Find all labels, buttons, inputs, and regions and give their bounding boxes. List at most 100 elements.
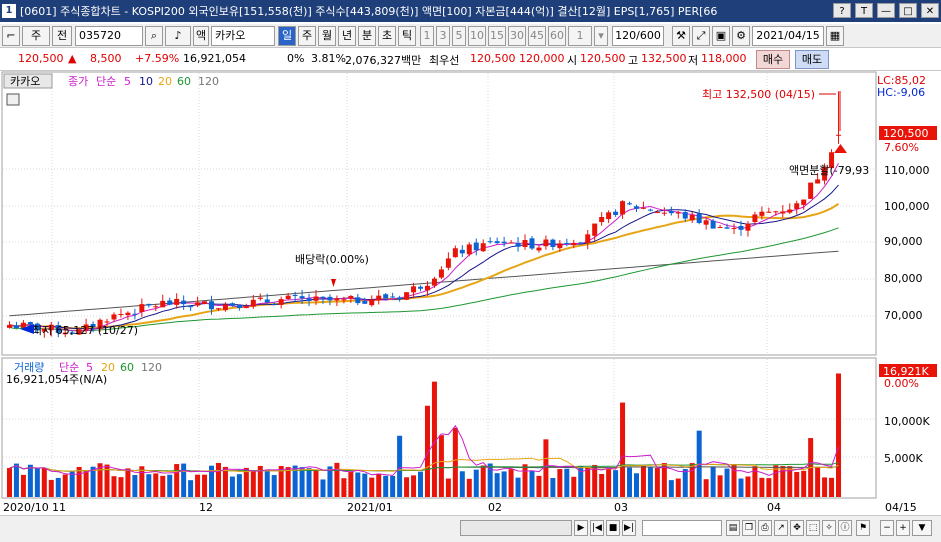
stock-code-input[interactable]: 035720	[75, 26, 143, 46]
period-day-tab[interactable]: 일	[278, 26, 296, 46]
zoom-in-button[interactable]: +	[896, 520, 910, 536]
candle-body	[271, 303, 277, 305]
pan-icon[interactable]: ✧	[822, 520, 836, 536]
info-icon[interactable]: ⓘ	[838, 520, 852, 536]
interval-1[interactable]: 1	[420, 26, 434, 46]
speaker-icon[interactable]: ♪	[165, 26, 191, 46]
name-prefix-button[interactable]: 액	[193, 26, 209, 46]
candle-body	[494, 241, 500, 244]
grid-toggle-icon[interactable]	[6, 93, 20, 106]
volume-bar	[383, 475, 389, 497]
ma-legend-simple: 단순	[96, 75, 116, 88]
range-input[interactable]: 120/600	[612, 26, 664, 46]
window-title: [0601] 주식종합차트 - KOSPI200 외국인보유[151,558(천…	[20, 5, 718, 18]
candle-body	[383, 294, 389, 299]
print-icon[interactable]: ⎙	[758, 520, 772, 536]
horizontal-scrollbar[interactable]	[460, 520, 572, 536]
candle-body	[6, 324, 12, 328]
price-panel[interactable]	[1, 71, 877, 356]
candle-body	[285, 295, 291, 299]
window-number-icon: 1	[2, 4, 16, 18]
candle-body	[13, 325, 19, 328]
period-tick-tab[interactable]: 틱	[398, 26, 416, 46]
period-second-tab[interactable]: 초	[378, 26, 396, 46]
candle-body	[292, 294, 298, 296]
close-button[interactable]: ✕	[921, 3, 939, 18]
candle-body	[480, 243, 486, 252]
copy-icon[interactable]: ❐	[742, 520, 756, 536]
candle-body	[209, 301, 215, 310]
stop-button[interactable]: ■	[606, 520, 620, 536]
period-year-tab[interactable]: 년	[338, 26, 356, 46]
minimize-button[interactable]: —	[877, 3, 895, 18]
candle-body	[174, 298, 180, 305]
sell-flag-icon[interactable]: ⚑	[856, 520, 870, 536]
volume-bar	[215, 462, 221, 497]
options-dropdown[interactable]: ▼	[912, 520, 932, 536]
help-button[interactable]: ?	[833, 3, 851, 18]
interval-10[interactable]: 10	[468, 26, 486, 46]
volume-bar	[724, 468, 730, 497]
settings-icon[interactable]: ⚙	[732, 26, 750, 46]
interval-45[interactable]: 45	[528, 26, 546, 46]
count-input[interactable]: 1	[568, 26, 592, 46]
interval-60[interactable]: 60	[548, 26, 566, 46]
candle-body	[606, 212, 612, 220]
candle-body	[250, 299, 256, 307]
period-week-tab[interactable]: 주	[298, 26, 316, 46]
interval-3[interactable]: 3	[436, 26, 450, 46]
search-icon[interactable]: ⌕	[145, 26, 163, 46]
interval-5[interactable]: 5	[452, 26, 466, 46]
volume-bar	[6, 468, 12, 497]
sell-button[interactable]: 매도	[795, 50, 829, 69]
period-minute-tab[interactable]: 분	[358, 26, 376, 46]
volume-bar	[411, 475, 417, 497]
zero-pct: 0%	[287, 52, 305, 65]
count-dropdown-icon[interactable]: ▾	[594, 26, 608, 46]
buy-button[interactable]: 매수	[756, 50, 790, 69]
current-price: 120,500	[18, 52, 64, 65]
save-icon[interactable]: ▣	[712, 26, 730, 46]
volume-bar	[327, 466, 333, 497]
candle-body	[431, 278, 437, 286]
candle-body	[668, 211, 674, 214]
stock-chart[interactable]: 카카오 종가 단순 5 10 20 60 120 LC:85,02 HC:-9,…	[0, 71, 941, 515]
calendar-icon[interactable]: ▦	[826, 26, 844, 46]
candle-body	[487, 241, 493, 243]
interval-30[interactable]: 30	[508, 26, 526, 46]
scroll-right-button[interactable]: ▶	[574, 520, 588, 536]
date-input[interactable]: 2021/04/15	[752, 26, 824, 46]
chart-type-icon[interactable]: ⌐	[2, 26, 20, 46]
volume-bar	[146, 474, 152, 497]
measure-icon[interactable]: ↗	[774, 520, 788, 536]
pointer-icon[interactable]: ✥	[790, 520, 804, 536]
volume-bar	[836, 373, 842, 497]
volume-bar	[550, 478, 556, 497]
candle-body	[188, 306, 194, 308]
interval-15[interactable]: 15	[488, 26, 506, 46]
stock-name-tab[interactable]: 카카오	[10, 75, 40, 88]
low-annotation: 최저 65,127 (10/27)	[32, 324, 138, 337]
volume-bar	[466, 478, 472, 497]
candle-body	[836, 134, 842, 136]
layout-icon[interactable]: ▤	[726, 520, 740, 536]
open-price: 120,500	[580, 52, 626, 65]
scroll-start-button[interactable]: |◀	[590, 520, 604, 536]
stock-name-field[interactable]: 카카오	[211, 26, 275, 46]
zoom-out-button[interactable]: −	[880, 520, 894, 536]
maximize-button[interactable]: □	[899, 3, 917, 18]
mode-button[interactable]: 전	[52, 26, 72, 46]
select-icon[interactable]: ⬚	[806, 520, 820, 536]
candle-body	[146, 303, 152, 306]
period-month-tab[interactable]: 월	[318, 26, 336, 46]
candle-body	[111, 314, 117, 320]
draw-icon[interactable]: ⤢	[692, 26, 710, 46]
tool-icon[interactable]: ⚒	[672, 26, 690, 46]
scroll-end-button[interactable]: ▶|	[622, 520, 636, 536]
zoom-slider[interactable]	[642, 520, 722, 536]
text-button[interactable]: T	[855, 3, 873, 18]
volume-bar	[90, 466, 96, 497]
market-select[interactable]: 주	[22, 26, 50, 46]
candle-body	[627, 203, 633, 205]
candle-body	[257, 297, 263, 299]
